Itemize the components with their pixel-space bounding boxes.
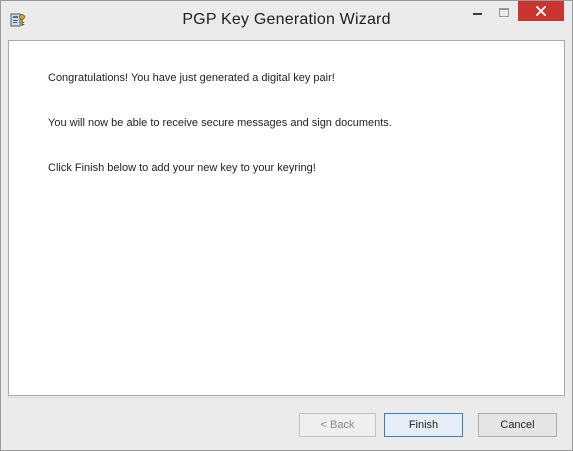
close-button[interactable] — [518, 1, 564, 21]
maximize-icon — [499, 7, 509, 17]
finish-button[interactable]: Finish — [384, 413, 463, 437]
footer-divider — [8, 397, 565, 398]
capabilities-text: You will now be able to receive secure m… — [48, 117, 392, 129]
back-button[interactable]: < Back — [299, 413, 376, 437]
wizard-content-panel: Congratulations! You have just generated… — [8, 40, 565, 396]
close-icon — [536, 6, 546, 16]
title-bar[interactable]: PGP Key Generation Wizard — [1, 1, 572, 39]
cancel-button[interactable]: Cancel — [478, 413, 557, 437]
maximize-button[interactable] — [491, 1, 517, 23]
congratulations-text: Congratulations! You have just generated… — [48, 72, 335, 84]
wizard-window: PGP Key Generation Wizard Congratulation… — [0, 0, 573, 451]
minimize-icon — [472, 13, 482, 15]
finish-instruction-text: Click Finish below to add your new key t… — [48, 162, 316, 174]
minimize-button[interactable] — [464, 1, 490, 23]
